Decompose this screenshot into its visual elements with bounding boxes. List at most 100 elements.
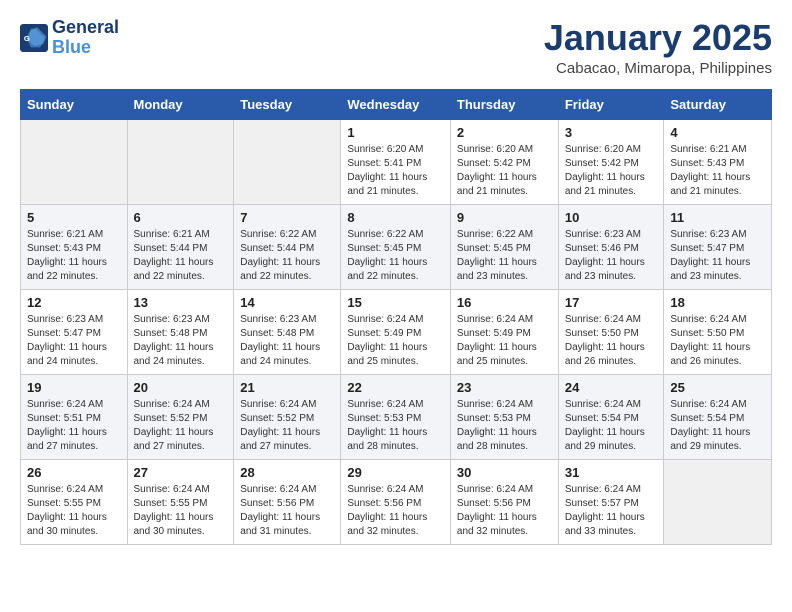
day-info: Sunrise: 6:24 AMSunset: 5:54 PMDaylight:… xyxy=(565,398,658,454)
day-info: Sunrise: 6:24 AMSunset: 5:52 PMDaylight:… xyxy=(134,398,228,454)
day-number: 4 xyxy=(670,125,765,140)
day-info: Sunrise: 6:24 AMSunset: 5:51 PMDaylight:… xyxy=(27,398,121,454)
day-number: 23 xyxy=(457,380,552,395)
day-cell: 31 Sunrise: 6:24 AMSunset: 5:57 PMDayligh… xyxy=(558,459,664,544)
day-info: Sunrise: 6:24 AMSunset: 5:50 PMDaylight:… xyxy=(565,313,658,369)
day-info: Sunrise: 6:20 AMSunset: 5:41 PMDaylight:… xyxy=(347,143,444,199)
weekday-header-monday: Monday xyxy=(127,89,234,119)
day-number: 18 xyxy=(670,295,765,310)
weekday-header-sunday: Sunday xyxy=(21,89,128,119)
day-info: Sunrise: 6:24 AMSunset: 5:56 PMDaylight:… xyxy=(457,483,552,539)
day-cell: 12 Sunrise: 6:23 AMSunset: 5:47 PMDayligh… xyxy=(21,289,128,374)
calendar-title: January 2025 xyxy=(544,18,772,58)
day-info: Sunrise: 6:21 AMSunset: 5:43 PMDaylight:… xyxy=(27,228,121,284)
day-cell: 21 Sunrise: 6:24 AMSunset: 5:52 PMDayligh… xyxy=(234,374,341,459)
title-block: January 2025 Cabacao, Mimaropa, Philippi… xyxy=(544,18,772,77)
day-cell: 19 Sunrise: 6:24 AMSunset: 5:51 PMDayligh… xyxy=(21,374,128,459)
day-info: Sunrise: 6:24 AMSunset: 5:52 PMDaylight:… xyxy=(240,398,334,454)
day-number: 21 xyxy=(240,380,334,395)
day-number: 1 xyxy=(347,125,444,140)
day-cell: 14Sunrise: 6:23 AMSunset: 5:48 PMDayligh… xyxy=(234,289,341,374)
day-number: 9 xyxy=(457,210,552,225)
day-cell: 5 Sunrise: 6:21 AMSunset: 5:43 PMDaylight… xyxy=(21,204,128,289)
day-info: Sunrise: 6:23 AMSunset: 5:46 PMDaylight:… xyxy=(565,228,658,284)
day-number: 14 xyxy=(240,295,334,310)
day-number: 29 xyxy=(347,465,444,480)
day-cell: 7Sunrise: 6:22 AMSunset: 5:44 PMDaylight… xyxy=(234,204,341,289)
day-info: Sunrise: 6:24 AMSunset: 5:55 PMDaylight:… xyxy=(27,483,121,539)
day-info: Sunrise: 6:24 AMSunset: 5:57 PMDaylight:… xyxy=(565,483,658,539)
day-info: Sunrise: 6:24 AMSunset: 5:53 PMDaylight:… xyxy=(457,398,552,454)
day-cell: 27 Sunrise: 6:24 AMSunset: 5:55 PMDayligh… xyxy=(127,459,234,544)
day-info: Sunrise: 6:23 AMSunset: 5:48 PMDaylight:… xyxy=(134,313,228,369)
day-number: 8 xyxy=(347,210,444,225)
day-number: 6 xyxy=(134,210,228,225)
logo-icon: G xyxy=(20,24,48,52)
logo-blue: Blue xyxy=(52,38,119,58)
day-info: Sunrise: 6:23 AMSunset: 5:47 PMDaylight:… xyxy=(27,313,121,369)
day-cell: 10Sunrise: 6:23 AMSunset: 5:46 PMDayligh… xyxy=(558,204,664,289)
weekday-header-row: SundayMondayTuesdayWednesdayThursdayFrid… xyxy=(21,89,772,119)
day-info: Sunrise: 6:22 AMSunset: 5:45 PMDaylight:… xyxy=(347,228,444,284)
calendar-table: SundayMondayTuesdayWednesdayThursdayFrid… xyxy=(20,89,772,545)
day-cell: 20Sunrise: 6:24 AMSunset: 5:52 PMDayligh… xyxy=(127,374,234,459)
day-cell xyxy=(21,119,128,204)
weekday-header-wednesday: Wednesday xyxy=(341,89,451,119)
day-cell: 23 Sunrise: 6:24 AMSunset: 5:53 PMDayligh… xyxy=(450,374,558,459)
day-number: 5 xyxy=(27,210,121,225)
day-cell: 2 Sunrise: 6:20 AMSunset: 5:42 PMDaylight… xyxy=(450,119,558,204)
logo-general: General xyxy=(52,18,119,38)
day-cell: 26Sunrise: 6:24 AMSunset: 5:55 PMDayligh… xyxy=(21,459,128,544)
day-info: Sunrise: 6:24 AMSunset: 5:54 PMDaylight:… xyxy=(670,398,765,454)
day-info: Sunrise: 6:24 AMSunset: 5:49 PMDaylight:… xyxy=(347,313,444,369)
day-number: 13 xyxy=(134,295,228,310)
day-number: 19 xyxy=(27,380,121,395)
day-cell xyxy=(234,119,341,204)
day-number: 31 xyxy=(565,465,658,480)
logo: G General Blue xyxy=(20,18,119,58)
day-cell: 13 Sunrise: 6:23 AMSunset: 5:48 PMDayligh… xyxy=(127,289,234,374)
day-number: 11 xyxy=(670,210,765,225)
day-cell: 16Sunrise: 6:24 AMSunset: 5:49 PMDayligh… xyxy=(450,289,558,374)
day-info: Sunrise: 6:22 AMSunset: 5:44 PMDaylight:… xyxy=(240,228,334,284)
day-number: 27 xyxy=(134,465,228,480)
day-number: 30 xyxy=(457,465,552,480)
day-number: 17 xyxy=(565,295,658,310)
day-number: 22 xyxy=(347,380,444,395)
header: G General Blue January 2025 Cabacao, Mim… xyxy=(20,18,772,77)
day-info: Sunrise: 6:20 AMSunset: 5:42 PMDaylight:… xyxy=(457,143,552,199)
day-number: 28 xyxy=(240,465,334,480)
day-number: 2 xyxy=(457,125,552,140)
day-cell: 30 Sunrise: 6:24 AMSunset: 5:56 PMDayligh… xyxy=(450,459,558,544)
day-cell: 24 Sunrise: 6:24 AMSunset: 5:54 PMDayligh… xyxy=(558,374,664,459)
day-cell: 6 Sunrise: 6:21 AMSunset: 5:44 PMDaylight… xyxy=(127,204,234,289)
weekday-header-thursday: Thursday xyxy=(450,89,558,119)
weekday-header-friday: Friday xyxy=(558,89,664,119)
day-info: Sunrise: 6:24 AMSunset: 5:49 PMDaylight:… xyxy=(457,313,552,369)
day-number: 25 xyxy=(670,380,765,395)
day-cell: 18Sunrise: 6:24 AMSunset: 5:50 PMDayligh… xyxy=(664,289,772,374)
day-cell: 22 Sunrise: 6:24 AMSunset: 5:53 PMDayligh… xyxy=(341,374,451,459)
day-cell xyxy=(127,119,234,204)
day-cell: 3Sunrise: 6:20 AMSunset: 5:42 PMDaylight… xyxy=(558,119,664,204)
week-row-3: 12 Sunrise: 6:23 AMSunset: 5:47 PMDayligh… xyxy=(21,289,772,374)
week-row-4: 19 Sunrise: 6:24 AMSunset: 5:51 PMDayligh… xyxy=(21,374,772,459)
day-number: 24 xyxy=(565,380,658,395)
day-info: Sunrise: 6:24 AMSunset: 5:55 PMDaylight:… xyxy=(134,483,228,539)
day-cell: 28Sunrise: 6:24 AMSunset: 5:56 PMDayligh… xyxy=(234,459,341,544)
day-info: Sunrise: 6:21 AMSunset: 5:43 PMDaylight:… xyxy=(670,143,765,199)
day-cell xyxy=(664,459,772,544)
day-cell: 9 Sunrise: 6:22 AMSunset: 5:45 PMDaylight… xyxy=(450,204,558,289)
day-info: Sunrise: 6:23 AMSunset: 5:47 PMDaylight:… xyxy=(670,228,765,284)
day-info: Sunrise: 6:21 AMSunset: 5:44 PMDaylight:… xyxy=(134,228,228,284)
day-cell: 15Sunrise: 6:24 AMSunset: 5:49 PMDayligh… xyxy=(341,289,451,374)
week-row-2: 5 Sunrise: 6:21 AMSunset: 5:43 PMDaylight… xyxy=(21,204,772,289)
day-number: 12 xyxy=(27,295,121,310)
day-cell: 4 Sunrise: 6:21 AMSunset: 5:43 PMDaylight… xyxy=(664,119,772,204)
day-cell: 29Sunrise: 6:24 AMSunset: 5:56 PMDayligh… xyxy=(341,459,451,544)
day-info: Sunrise: 6:24 AMSunset: 5:53 PMDaylight:… xyxy=(347,398,444,454)
day-cell: 11 Sunrise: 6:23 AMSunset: 5:47 PMDayligh… xyxy=(664,204,772,289)
day-cell: 17 Sunrise: 6:24 AMSunset: 5:50 PMDayligh… xyxy=(558,289,664,374)
day-info: Sunrise: 6:22 AMSunset: 5:45 PMDaylight:… xyxy=(457,228,552,284)
day-number: 3 xyxy=(565,125,658,140)
